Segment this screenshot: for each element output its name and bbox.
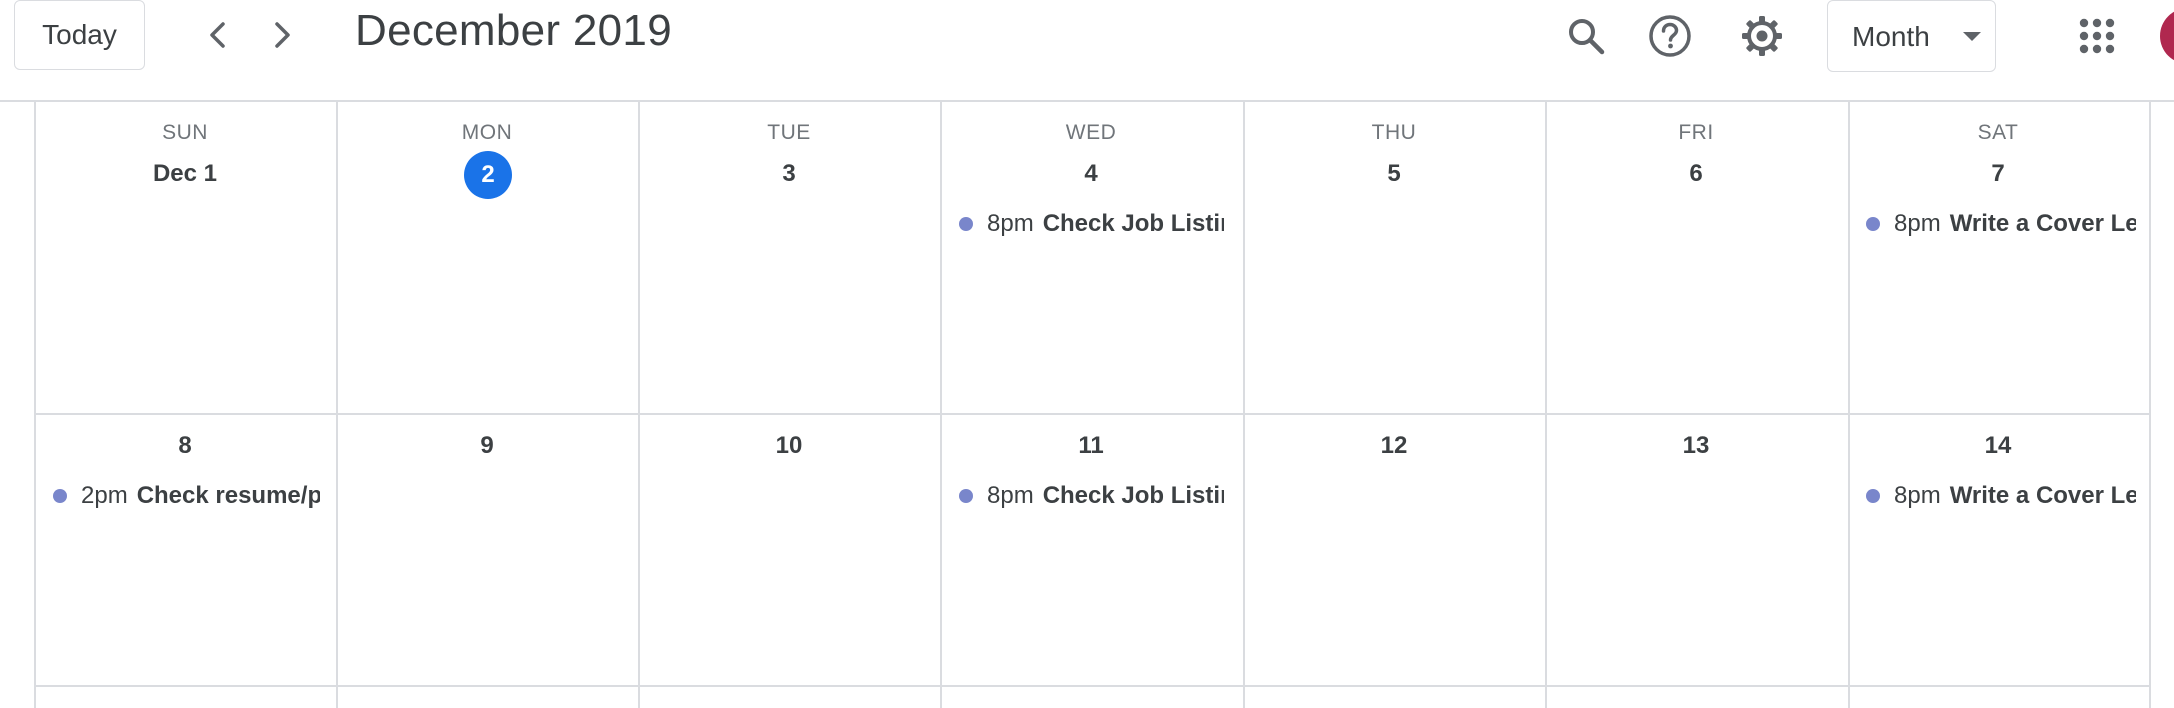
event-chip[interactable]: 8pm Write a Cover Letter xyxy=(1866,207,2136,241)
search-icon xyxy=(1569,19,1605,55)
date-number[interactable]: 5 xyxy=(1244,160,1544,188)
apps-grid-icon xyxy=(2079,18,2115,54)
caret-down-icon xyxy=(1963,32,1981,41)
event-title: Write a Cover Letter xyxy=(1949,210,2136,237)
weekday-header-sun: SUN xyxy=(162,121,208,144)
search-button[interactable] xyxy=(1562,12,1610,60)
grid-line xyxy=(1545,101,1547,708)
date-number[interactable]: 4 xyxy=(941,160,1241,188)
grid-line xyxy=(638,101,640,708)
event-chip[interactable]: 8pm Write a Cover Letter xyxy=(1866,479,2136,513)
date-number[interactable]: 6 xyxy=(1546,160,1846,188)
today-date-badge[interactable]: 2 xyxy=(464,151,512,199)
grid-line xyxy=(940,101,942,708)
weekday-header-sat: SAT xyxy=(1977,121,2019,144)
date-number[interactable]: 13 xyxy=(1546,432,1846,460)
help-icon xyxy=(1649,15,1691,57)
event-time: 2pm xyxy=(81,482,128,509)
weekday-header-thu: THU xyxy=(1371,121,1417,144)
event-color-dot xyxy=(959,217,973,231)
date-number[interactable]: 10 xyxy=(639,432,939,460)
calendar-header: Today December 2019 Month xyxy=(0,0,2174,100)
today-button[interactable]: Today xyxy=(14,0,145,70)
event-time: 8pm xyxy=(987,210,1034,237)
date-number[interactable]: 14 xyxy=(1848,432,2148,460)
event-color-dot xyxy=(1866,217,1880,231)
event-time: 8pm xyxy=(1894,482,1941,509)
weekday-header-wed: WED xyxy=(1065,121,1117,144)
event-chip[interactable]: 8pm Check Job Listings xyxy=(959,207,1224,241)
grid-line xyxy=(1848,101,1850,708)
event-time: 8pm xyxy=(987,482,1034,509)
google-apps-button[interactable] xyxy=(2073,12,2121,60)
view-switcher-dropdown[interactable]: Month xyxy=(1827,0,1996,72)
event-title: Check Job Listings xyxy=(1042,482,1224,509)
date-number[interactable]: 12 xyxy=(1244,432,1544,460)
chevron-left-icon xyxy=(210,22,225,48)
month-grid: SUN MON TUE WED THU FRI SAT Dec 1 2 3 4 … xyxy=(34,101,2151,708)
event-time: 8pm xyxy=(1894,210,1941,237)
previous-month-button[interactable] xyxy=(198,12,238,58)
event-color-dot xyxy=(959,489,973,503)
weekday-header-fri: FRI xyxy=(1678,121,1714,144)
weekday-header-mon: MON xyxy=(461,121,513,144)
next-month-button[interactable] xyxy=(262,12,302,58)
event-title: Write a Cover Letter xyxy=(1949,482,2136,509)
help-button[interactable] xyxy=(1646,12,1694,60)
event-color-dot xyxy=(1866,489,1880,503)
avatar[interactable] xyxy=(2160,8,2174,64)
grid-line xyxy=(2149,101,2151,708)
event-chip[interactable]: 2pm Check resume/portfolio xyxy=(53,479,320,513)
page-title: December 2019 xyxy=(355,6,672,55)
gear-icon xyxy=(1742,16,1782,56)
date-number[interactable]: 9 xyxy=(337,432,637,460)
date-number[interactable]: 7 xyxy=(1848,160,2148,188)
event-title: Check Job Listings xyxy=(1042,210,1224,237)
event-chip[interactable]: 8pm Check Job Listings xyxy=(959,479,1224,513)
grid-line xyxy=(34,685,2150,687)
chevron-right-icon xyxy=(275,22,290,48)
date-number[interactable]: 8 xyxy=(35,432,335,460)
grid-line xyxy=(34,413,2150,415)
grid-line xyxy=(1243,101,1245,708)
weekday-header-tue: TUE xyxy=(767,121,811,144)
date-number[interactable]: Dec 1 xyxy=(35,160,335,188)
view-switcher-label: Month xyxy=(1852,21,1930,52)
date-number[interactable]: 11 xyxy=(941,432,1241,460)
settings-button[interactable] xyxy=(1738,12,1786,60)
date-number[interactable]: 3 xyxy=(639,160,939,188)
grid-line xyxy=(336,101,338,708)
grid-line xyxy=(34,101,36,708)
event-color-dot xyxy=(53,489,67,503)
event-title: Check resume/portfolio xyxy=(136,482,320,509)
